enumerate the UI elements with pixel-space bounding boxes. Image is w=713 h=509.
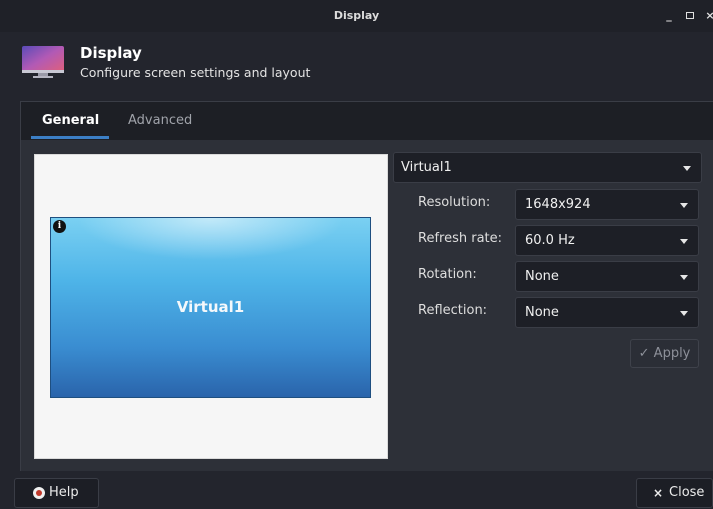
rotation-label: Rotation: bbox=[418, 267, 477, 282]
close-label: Close bbox=[669, 485, 705, 500]
help-button[interactable]: Help bbox=[14, 478, 99, 508]
chevron-down-icon bbox=[683, 166, 691, 171]
close-button[interactable]: × Close bbox=[636, 478, 713, 508]
info-icon[interactable]: i bbox=[53, 220, 66, 233]
maximize-icon bbox=[686, 12, 694, 19]
output-select[interactable]: Virtual1 bbox=[393, 152, 702, 183]
chevron-down-icon bbox=[680, 311, 688, 316]
resolution-select[interactable]: 1648x924 bbox=[515, 189, 699, 220]
rotation-select[interactable]: None bbox=[515, 261, 699, 292]
page-subtitle: Configure screen settings and layout bbox=[80, 65, 311, 80]
display-panel: General Advanced i Virtual1 Virtual1 Res… bbox=[20, 101, 713, 471]
apply-button[interactable]: ✓ Apply bbox=[630, 339, 699, 368]
chevron-down-icon bbox=[680, 239, 688, 244]
refresh-rate-select[interactable]: 60.0 Hz bbox=[515, 225, 699, 256]
tab-general[interactable]: General bbox=[42, 112, 99, 130]
active-tab-indicator bbox=[31, 136, 109, 139]
chevron-down-icon bbox=[680, 275, 688, 280]
output-select-value: Virtual1 bbox=[401, 160, 452, 175]
display-settings-icon bbox=[22, 46, 64, 78]
window-close-button[interactable]: × bbox=[704, 9, 713, 23]
apply-label: Apply bbox=[653, 346, 691, 361]
check-icon: ✓ bbox=[638, 346, 650, 361]
chevron-down-icon bbox=[680, 203, 688, 208]
rotation-value: None bbox=[525, 269, 559, 284]
window-title: Display bbox=[333, 9, 380, 22]
page-title: Display bbox=[80, 44, 142, 62]
resolution-value: 1648x924 bbox=[525, 197, 591, 212]
refresh-rate-label: Refresh rate: bbox=[418, 231, 503, 246]
reflection-label: Reflection: bbox=[418, 303, 488, 318]
maximize-button[interactable] bbox=[684, 9, 696, 23]
window-titlebar: Display _ × bbox=[0, 0, 713, 32]
reflection-select[interactable]: None bbox=[515, 297, 699, 328]
display-preview-area: i Virtual1 bbox=[34, 154, 388, 459]
reflection-value: None bbox=[525, 305, 559, 320]
minimize-button[interactable]: _ bbox=[663, 9, 675, 23]
help-icon bbox=[33, 487, 45, 499]
help-label: Help bbox=[49, 485, 79, 500]
resolution-label: Resolution: bbox=[418, 195, 491, 210]
refresh-rate-value: 60.0 Hz bbox=[525, 233, 575, 248]
monitor-label: Virtual1 bbox=[176, 298, 245, 316]
monitor-virtual1[interactable]: i Virtual1 bbox=[50, 217, 371, 398]
close-icon: × bbox=[653, 486, 664, 500]
tab-bar: General Advanced bbox=[21, 102, 713, 140]
tab-advanced[interactable]: Advanced bbox=[128, 112, 192, 130]
